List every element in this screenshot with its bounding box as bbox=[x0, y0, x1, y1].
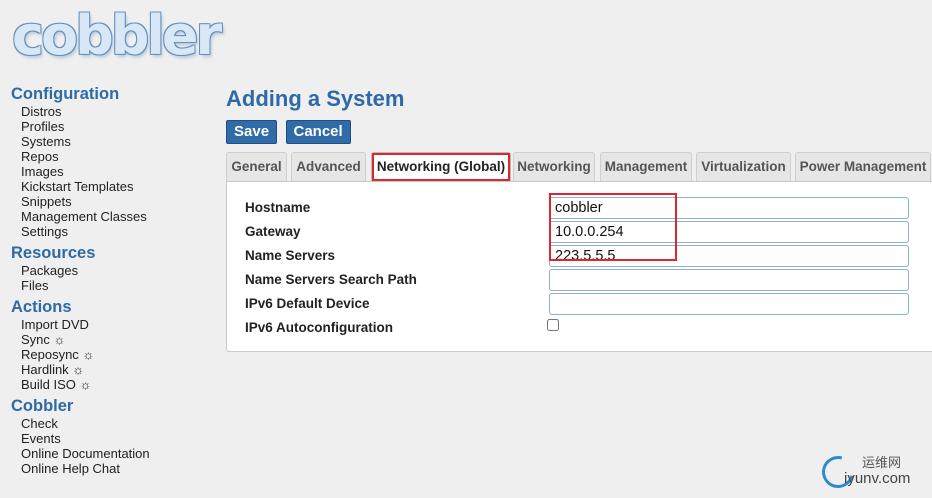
sidebar-heading-actions: Actions bbox=[11, 298, 72, 316]
ipv6-device-input[interactable] bbox=[549, 293, 909, 315]
sidebar-item-images[interactable]: Images bbox=[21, 164, 211, 179]
search-path-input[interactable] bbox=[549, 269, 909, 291]
sidebar-item-events[interactable]: Events bbox=[21, 431, 211, 446]
ipv6-autoconf-row: IPv6 Autoconfiguration bbox=[245, 317, 932, 339]
sidebar-item-distros[interactable]: Distros bbox=[21, 104, 211, 119]
cobbler-logo: cobbler bbox=[12, 4, 222, 67]
hostname-input[interactable] bbox=[549, 197, 909, 219]
tab-virtualization[interactable]: Virtualization bbox=[696, 152, 791, 181]
sidebar-item-import-dvd[interactable]: Import DVD bbox=[21, 317, 211, 332]
sidebar-item-settings[interactable]: Settings bbox=[21, 224, 211, 239]
save-button[interactable]: Save bbox=[226, 120, 278, 144]
cancel-button[interactable]: Cancel bbox=[285, 120, 351, 144]
tab-power-management[interactable]: Power Management bbox=[795, 152, 931, 181]
watermark-text-cn: 运维网 bbox=[862, 456, 902, 471]
hostname-row: Hostname bbox=[245, 197, 932, 219]
tab-networking[interactable]: Networking bbox=[513, 152, 595, 181]
sidebar-list-actions: Import DVD Sync ☼ Reposync ☼ Hardlink ☼ … bbox=[21, 317, 211, 392]
search-path-row: Name Servers Search Path bbox=[245, 269, 932, 291]
ipv6-autoconf-checkbox[interactable] bbox=[547, 319, 559, 331]
tab-highlight-box bbox=[372, 153, 510, 181]
sidebar-item-online-documentation[interactable]: Online Documentation bbox=[21, 446, 211, 461]
sidebar-list-configuration: Distros Profiles Systems Repos Images Ki… bbox=[21, 104, 211, 239]
ipv6-device-row: IPv6 Default Device bbox=[245, 293, 932, 315]
sidebar-list-cobbler: Check Events Online Documentation Online… bbox=[21, 416, 211, 476]
ipv6-autoconf-label: IPv6 Autoconfiguration bbox=[245, 320, 393, 335]
main-content: Adding a System Save Cancel General Adva… bbox=[226, 84, 932, 352]
sidebar-item-reposync[interactable]: Reposync ☼ bbox=[21, 347, 211, 362]
sidebar-heading-resources: Resources bbox=[11, 244, 96, 262]
sidebar-item-kickstart-templates[interactable]: Kickstart Templates bbox=[21, 179, 211, 194]
sidebar-item-packages[interactable]: Packages bbox=[21, 263, 211, 278]
sidebar-item-sync[interactable]: Sync ☼ bbox=[21, 332, 211, 347]
form-buttons: Save Cancel bbox=[226, 120, 932, 144]
sidebar-item-systems[interactable]: Systems bbox=[21, 134, 211, 149]
sidebar-item-online-help-chat[interactable]: Online Help Chat bbox=[21, 461, 211, 476]
tab-management[interactable]: Management bbox=[600, 152, 692, 181]
sidebar-item-snippets[interactable]: Snippets bbox=[21, 194, 211, 209]
page-title: Adding a System bbox=[226, 86, 405, 111]
tab-general[interactable]: General bbox=[226, 152, 287, 181]
watermark: 运维网 iyunv.com bbox=[816, 450, 922, 494]
hostname-label: Hostname bbox=[245, 200, 311, 215]
sidebar-heading-configuration: Configuration bbox=[11, 85, 120, 103]
sidebar-item-files[interactable]: Files bbox=[21, 278, 211, 293]
sidebar-item-management-classes[interactable]: Management Classes bbox=[21, 209, 211, 224]
sidebar-heading-cobbler: Cobbler bbox=[11, 397, 74, 415]
sidebar-item-repos[interactable]: Repos bbox=[21, 149, 211, 164]
watermark-text-url: iyunv.com bbox=[844, 470, 911, 487]
ipv6-device-label: IPv6 Default Device bbox=[245, 296, 370, 311]
sidebar-item-build-iso[interactable]: Build ISO ☼ bbox=[21, 377, 211, 392]
sidebar-item-profiles[interactable]: Profiles bbox=[21, 119, 211, 134]
name-servers-row: Name Servers bbox=[245, 245, 932, 267]
gateway-label: Gateway bbox=[245, 224, 301, 239]
sidebar-list-resources: Packages Files bbox=[21, 263, 211, 293]
gateway-row: Gateway bbox=[245, 221, 932, 243]
tab-networking-global[interactable]: Networking (Global) bbox=[371, 152, 511, 182]
sidebar-item-check[interactable]: Check bbox=[21, 416, 211, 431]
sidebar: Configuration Distros Profiles Systems R… bbox=[11, 84, 211, 480]
networking-global-panel: Hostname Gateway Name Servers Name Serve… bbox=[226, 181, 932, 352]
gateway-input[interactable] bbox=[549, 221, 909, 243]
name-servers-label: Name Servers bbox=[245, 248, 336, 263]
name-servers-input[interactable] bbox=[549, 245, 909, 267]
tab-advanced[interactable]: Advanced bbox=[291, 152, 366, 181]
sidebar-item-hardlink[interactable]: Hardlink ☼ bbox=[21, 362, 211, 377]
search-path-label: Name Servers Search Path bbox=[245, 272, 417, 287]
